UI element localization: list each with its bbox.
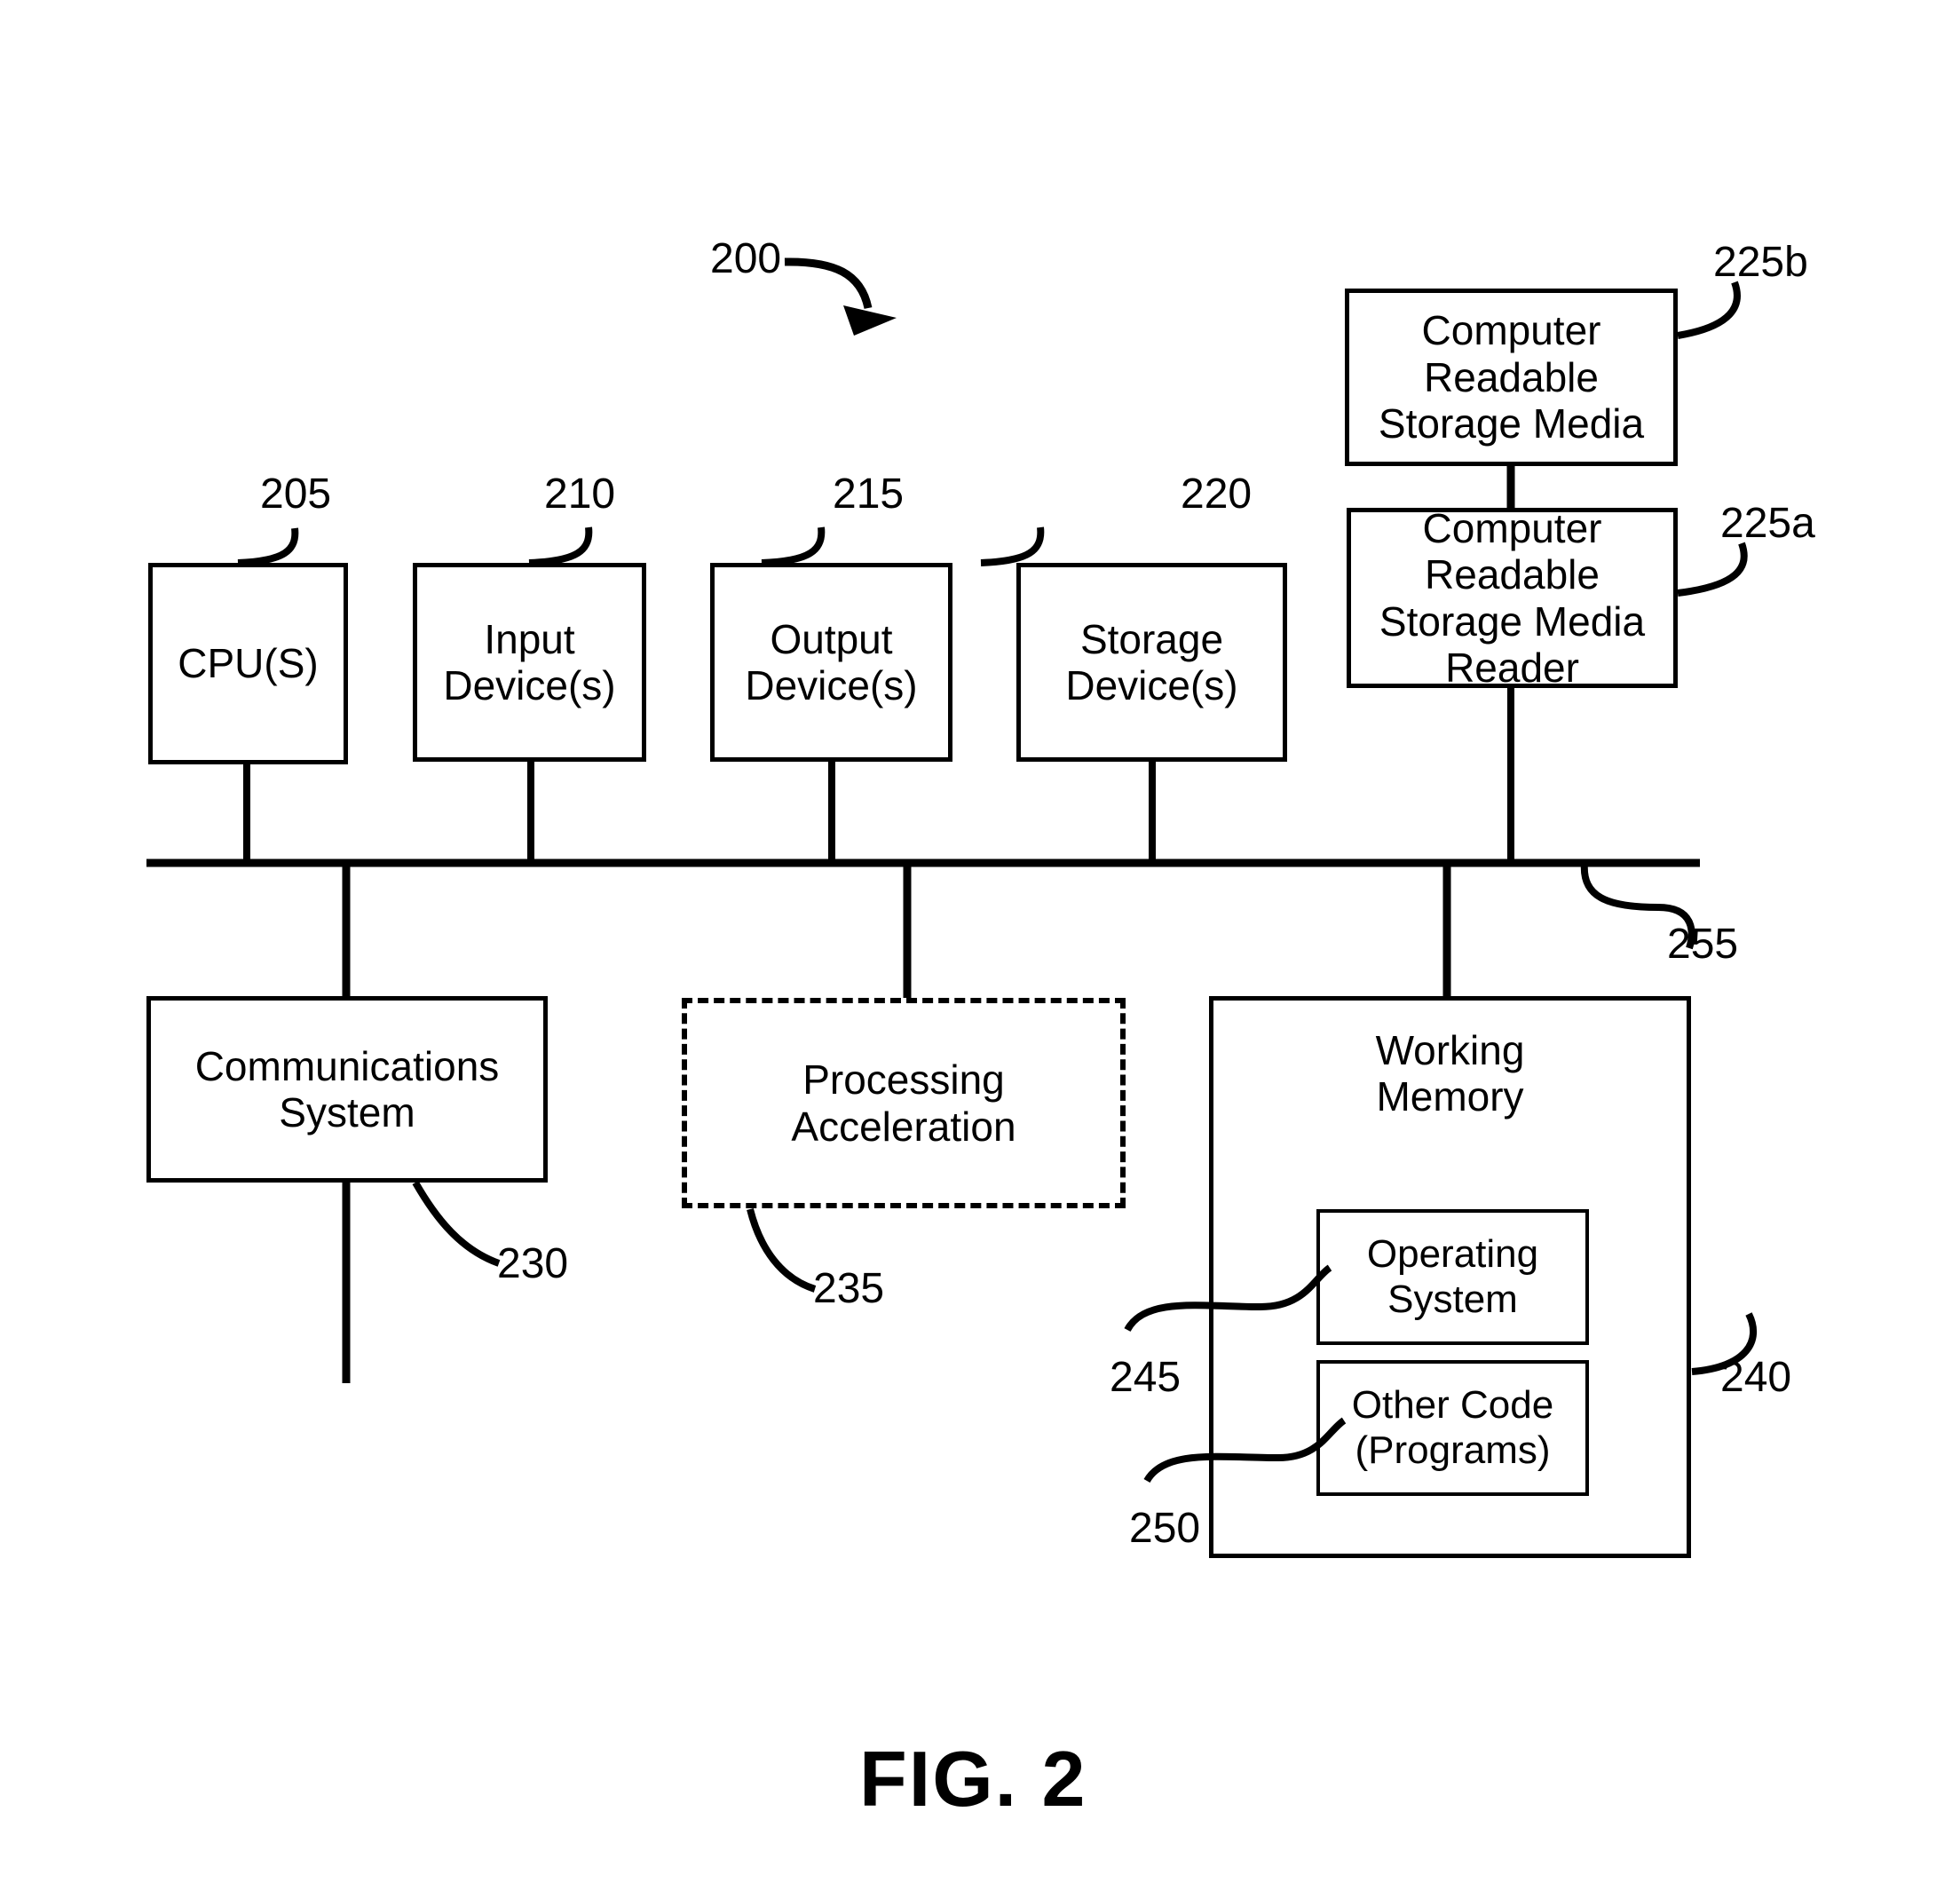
ref-225b-leader [1677, 281, 1741, 339]
ref-number-210: 210 [544, 471, 616, 518]
ref-number-225a: 225a [1720, 500, 1815, 547]
ref-235-leader [747, 1208, 817, 1293]
patent-figure: CPU(S) Input Device(s) Output Device(s) … [0, 0, 1960, 1883]
node-storage-devices-label: Storage Device(s) [1065, 615, 1238, 708]
ref-225a-leader [1677, 542, 1748, 597]
node-other-code-label: Other Code (Programs) [1351, 1383, 1554, 1472]
ref-200-leader [784, 257, 873, 310]
node-working-memory-label: Working Memory [1375, 1027, 1525, 1120]
node-cpu-label: CPU(S) [178, 640, 319, 687]
node-other-code[interactable]: Other Code (Programs) [1316, 1360, 1589, 1496]
node-storage-devices[interactable]: Storage Device(s) [1016, 563, 1287, 762]
ref-number-220: 220 [1181, 471, 1253, 518]
node-output-devices-label: Output Device(s) [745, 615, 918, 708]
ref-number-240: 240 [1720, 1354, 1792, 1401]
node-processing-acceleration[interactable]: Processing Acceleration [682, 998, 1126, 1208]
node-operating-system[interactable]: Operating System [1316, 1209, 1589, 1345]
node-communications-system-label: Communications System [194, 1042, 500, 1135]
ref-number-200: 200 [710, 235, 782, 282]
ref-number-255: 255 [1667, 921, 1739, 968]
ref-200-arrowhead [843, 305, 897, 336]
node-computer-readable-storage-media-reader[interactable]: Computer Readable Storage Media Reader [1347, 505, 1678, 691]
figure-caption: FIG. 2 [859, 1735, 1087, 1823]
ref-205-leader [237, 527, 299, 566]
node-cpu[interactable]: CPU(S) [148, 563, 348, 764]
diagram-connectors [146, 257, 1758, 1483]
node-processing-acceleration-label: Processing Acceleration [791, 1056, 1016, 1150]
node-computer-readable-storage-media[interactable]: Computer Readable Storage Media [1345, 289, 1678, 466]
node-output-devices[interactable]: Output Device(s) [710, 563, 952, 762]
ref-number-245: 245 [1110, 1354, 1182, 1401]
ref-number-230: 230 [497, 1240, 569, 1287]
ref-215-leader [761, 526, 826, 566]
node-computer-readable-storage-media-label: Computer Readable Storage Media [1378, 307, 1645, 447]
ref-number-205: 205 [260, 471, 332, 518]
ref-210-leader [528, 526, 593, 566]
node-communications-system[interactable]: Communications System [146, 996, 548, 1183]
node-computer-readable-storage-media-reader-label: Computer Readable Storage Media Reader [1379, 504, 1646, 691]
node-input-devices[interactable]: Input Device(s) [413, 563, 646, 762]
node-input-devices-label: Input Device(s) [443, 615, 616, 708]
node-operating-system-label: Operating System [1366, 1232, 1539, 1321]
ref-230-leader [412, 1181, 501, 1267]
ref-number-250: 250 [1129, 1505, 1201, 1552]
ref-number-225b: 225b [1713, 239, 1808, 286]
ref-number-235: 235 [813, 1265, 885, 1312]
ref-220-leader [980, 526, 1045, 566]
ref-number-215: 215 [833, 471, 905, 518]
